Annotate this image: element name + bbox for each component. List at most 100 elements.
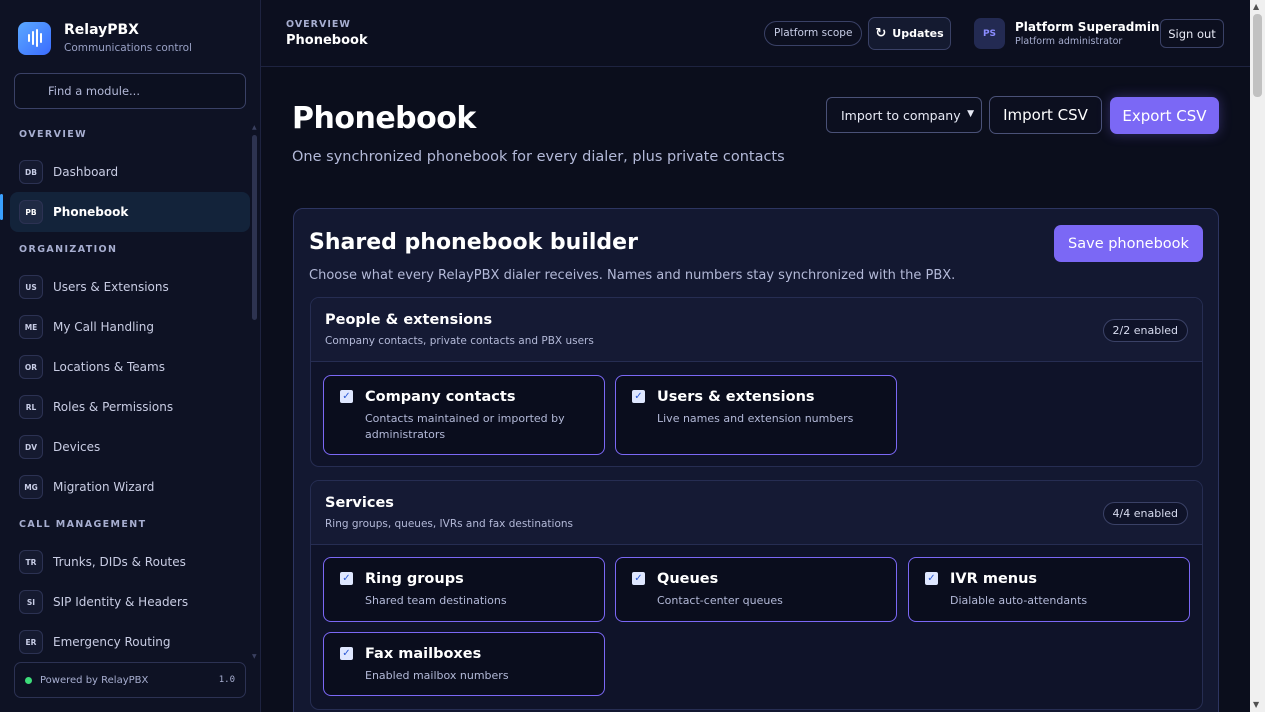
group-title: People & extensions: [325, 312, 493, 328]
option-desc: Contact-center queues: [657, 594, 783, 607]
checkbox-company-contacts[interactable]: ✓: [340, 390, 353, 403]
breadcrumb-title: Phonebook: [286, 33, 368, 48]
sip-badge-icon: SI: [19, 590, 43, 614]
option-desc: Dialable auto-attendants: [950, 594, 1088, 607]
page-scrollbar[interactable]: ▲ ▼: [1250, 0, 1265, 712]
updates-label: Updates: [892, 27, 944, 40]
phonebook-badge-icon: PB: [19, 200, 43, 224]
brand-name: RelayPBX: [64, 22, 139, 38]
checkbox-fax-mailboxes[interactable]: ✓: [340, 647, 353, 660]
scroll-up-icon[interactable]: ▲: [1253, 2, 1259, 11]
brand[interactable]: RelayPBX Communications control: [18, 21, 192, 55]
module-search-input[interactable]: [14, 73, 246, 109]
sidebar-item-call-handling[interactable]: ME My Call Handling: [10, 307, 250, 347]
sidebar-item-label: SIP Identity & Headers: [53, 595, 189, 609]
topbar: OVERVIEW Phonebook Platform scope ↻ Upda…: [261, 0, 1250, 67]
import-target-select[interactable]: Import to company ▼: [826, 97, 982, 133]
group-header: People & extensions Company contacts, pr…: [311, 298, 1202, 362]
chevron-down-icon: ▼: [967, 109, 974, 119]
option-title: Users & extensions: [657, 389, 815, 405]
sidebar-item-dashboard[interactable]: DB Dashboard: [10, 152, 250, 192]
import-csv-button[interactable]: Import CSV: [989, 96, 1102, 134]
checkbox-queues[interactable]: ✓: [632, 572, 645, 585]
sidebar-item-devices[interactable]: DV Devices: [10, 427, 250, 467]
version-label: 1.0: [218, 675, 235, 685]
phonebook-builder: Shared phonebook builder Choose what eve…: [293, 208, 1219, 712]
enabled-count-badge: 4/4 enabled: [1102, 502, 1188, 525]
sidebar-item-label: Users & Extensions: [53, 280, 169, 294]
check-icon: ✓: [342, 572, 351, 584]
sidebar-item-sip-identity[interactable]: SI SIP Identity & Headers: [10, 582, 250, 622]
call-handling-badge-icon: ME: [19, 315, 43, 339]
sidebar-item-label: Roles & Permissions: [53, 400, 174, 414]
user-name: Platform Superadmin: [1015, 20, 1160, 34]
sidebar: RelayPBX Communications control OVERVIEW…: [0, 0, 261, 712]
group-services: Services Ring groups, queues, IVRs and f…: [310, 480, 1203, 710]
sidebar-nav: OVERVIEW DB Dashboard PB Phonebook ORGAN…: [10, 120, 250, 660]
nav-section-overview: OVERVIEW: [19, 129, 88, 140]
group-subtitle: Company contacts, private contacts and P…: [325, 335, 594, 347]
scroll-down-icon[interactable]: ▼: [1253, 700, 1259, 709]
powered-by: Powered by RelayPBX 1.0: [14, 662, 246, 698]
sidebar-item-label: Migration Wizard: [53, 480, 155, 494]
option-fax-mailboxes[interactable]: ✓ Fax mailboxes Enabled mailbox numbers: [323, 632, 605, 696]
sidebar-item-emergency[interactable]: ER Emergency Routing: [10, 622, 250, 660]
sidebar-item-locations[interactable]: OR Locations & Teams: [10, 347, 250, 387]
active-indicator: [0, 194, 3, 220]
option-title: Ring groups: [365, 571, 464, 587]
option-title: IVR menus: [950, 571, 1038, 587]
option-company-contacts[interactable]: ✓ Company contacts Contacts maintained o…: [323, 375, 605, 455]
option-desc: Live names and extension numbers: [657, 412, 854, 425]
check-icon: ✓: [634, 390, 643, 402]
checkbox-users-extensions[interactable]: ✓: [632, 390, 645, 403]
sidebar-item-label: My Call Handling: [53, 320, 154, 334]
option-ring-groups[interactable]: ✓ Ring groups Shared team destinations: [323, 557, 605, 622]
powered-label: Powered by RelayPBX: [40, 674, 149, 686]
updates-button[interactable]: ↻ Updates: [868, 17, 951, 50]
option-queues[interactable]: ✓ Queues Contact-center queues: [615, 557, 897, 622]
option-desc: Enabled mailbox numbers: [365, 669, 509, 682]
sidebar-item-label: Phonebook: [53, 205, 129, 219]
import-target-value: Import to company: [841, 107, 961, 123]
builder-title: Shared phonebook builder: [309, 230, 638, 255]
sign-out-button[interactable]: Sign out: [1160, 19, 1224, 48]
group-header: Services Ring groups, queues, IVRs and f…: [311, 481, 1202, 545]
scroll-up-icon: ▲: [252, 124, 257, 131]
sidebar-item-label: Dashboard: [53, 165, 119, 179]
option-desc: Shared team destinations: [365, 594, 507, 607]
scroll-down-icon: ▼: [252, 653, 257, 660]
page-scroll-thumb[interactable]: [1253, 14, 1262, 97]
option-users-extensions[interactable]: ✓ Users & extensions Live names and exte…: [615, 375, 897, 455]
check-icon: ✓: [927, 572, 936, 584]
nav-section-organization: ORGANIZATION: [19, 244, 118, 255]
sidebar-item-users[interactable]: US Users & Extensions: [10, 267, 250, 307]
sidebar-item-roles[interactable]: RL Roles & Permissions: [10, 387, 250, 427]
save-phonebook-button[interactable]: Save phonebook: [1054, 225, 1203, 262]
scope-badge: Platform scope: [764, 21, 863, 46]
brand-subtitle: Communications control: [64, 42, 192, 54]
option-ivr-menus[interactable]: ✓ IVR menus Dialable auto-attendants: [908, 557, 1190, 622]
check-icon: ✓: [634, 572, 643, 584]
avatar[interactable]: PS: [974, 18, 1005, 49]
migration-badge-icon: MG: [19, 475, 43, 499]
checkbox-ring-groups[interactable]: ✓: [340, 572, 353, 585]
sidebar-item-label: Trunks, DIDs & Routes: [53, 555, 186, 569]
sidebar-scrollbar[interactable]: ▲ ▼: [252, 125, 257, 660]
locations-badge-icon: OR: [19, 355, 43, 379]
page-title: Phonebook: [292, 101, 476, 136]
sidebar-item-label: Locations & Teams: [53, 360, 165, 374]
sidebar-item-phonebook[interactable]: PB Phonebook: [10, 192, 250, 232]
sidebar-scroll-thumb[interactable]: [252, 135, 257, 320]
option-title: Queues: [657, 571, 719, 587]
nav-section-call-management: CALL MANAGEMENT: [19, 519, 147, 530]
checkbox-ivr-menus[interactable]: ✓: [925, 572, 938, 585]
roles-badge-icon: RL: [19, 395, 43, 419]
enabled-count-badge: 2/2 enabled: [1102, 319, 1188, 342]
group-subtitle: Ring groups, queues, IVRs and fax destin…: [325, 518, 574, 530]
user-role: Platform administrator: [1015, 36, 1123, 47]
sidebar-item-migration[interactable]: MG Migration Wizard: [10, 467, 250, 507]
devices-badge-icon: DV: [19, 435, 43, 459]
breadcrumb-section: OVERVIEW: [286, 19, 351, 30]
sidebar-item-trunks[interactable]: TR Trunks, DIDs & Routes: [10, 542, 250, 582]
export-csv-button[interactable]: Export CSV: [1110, 97, 1219, 134]
